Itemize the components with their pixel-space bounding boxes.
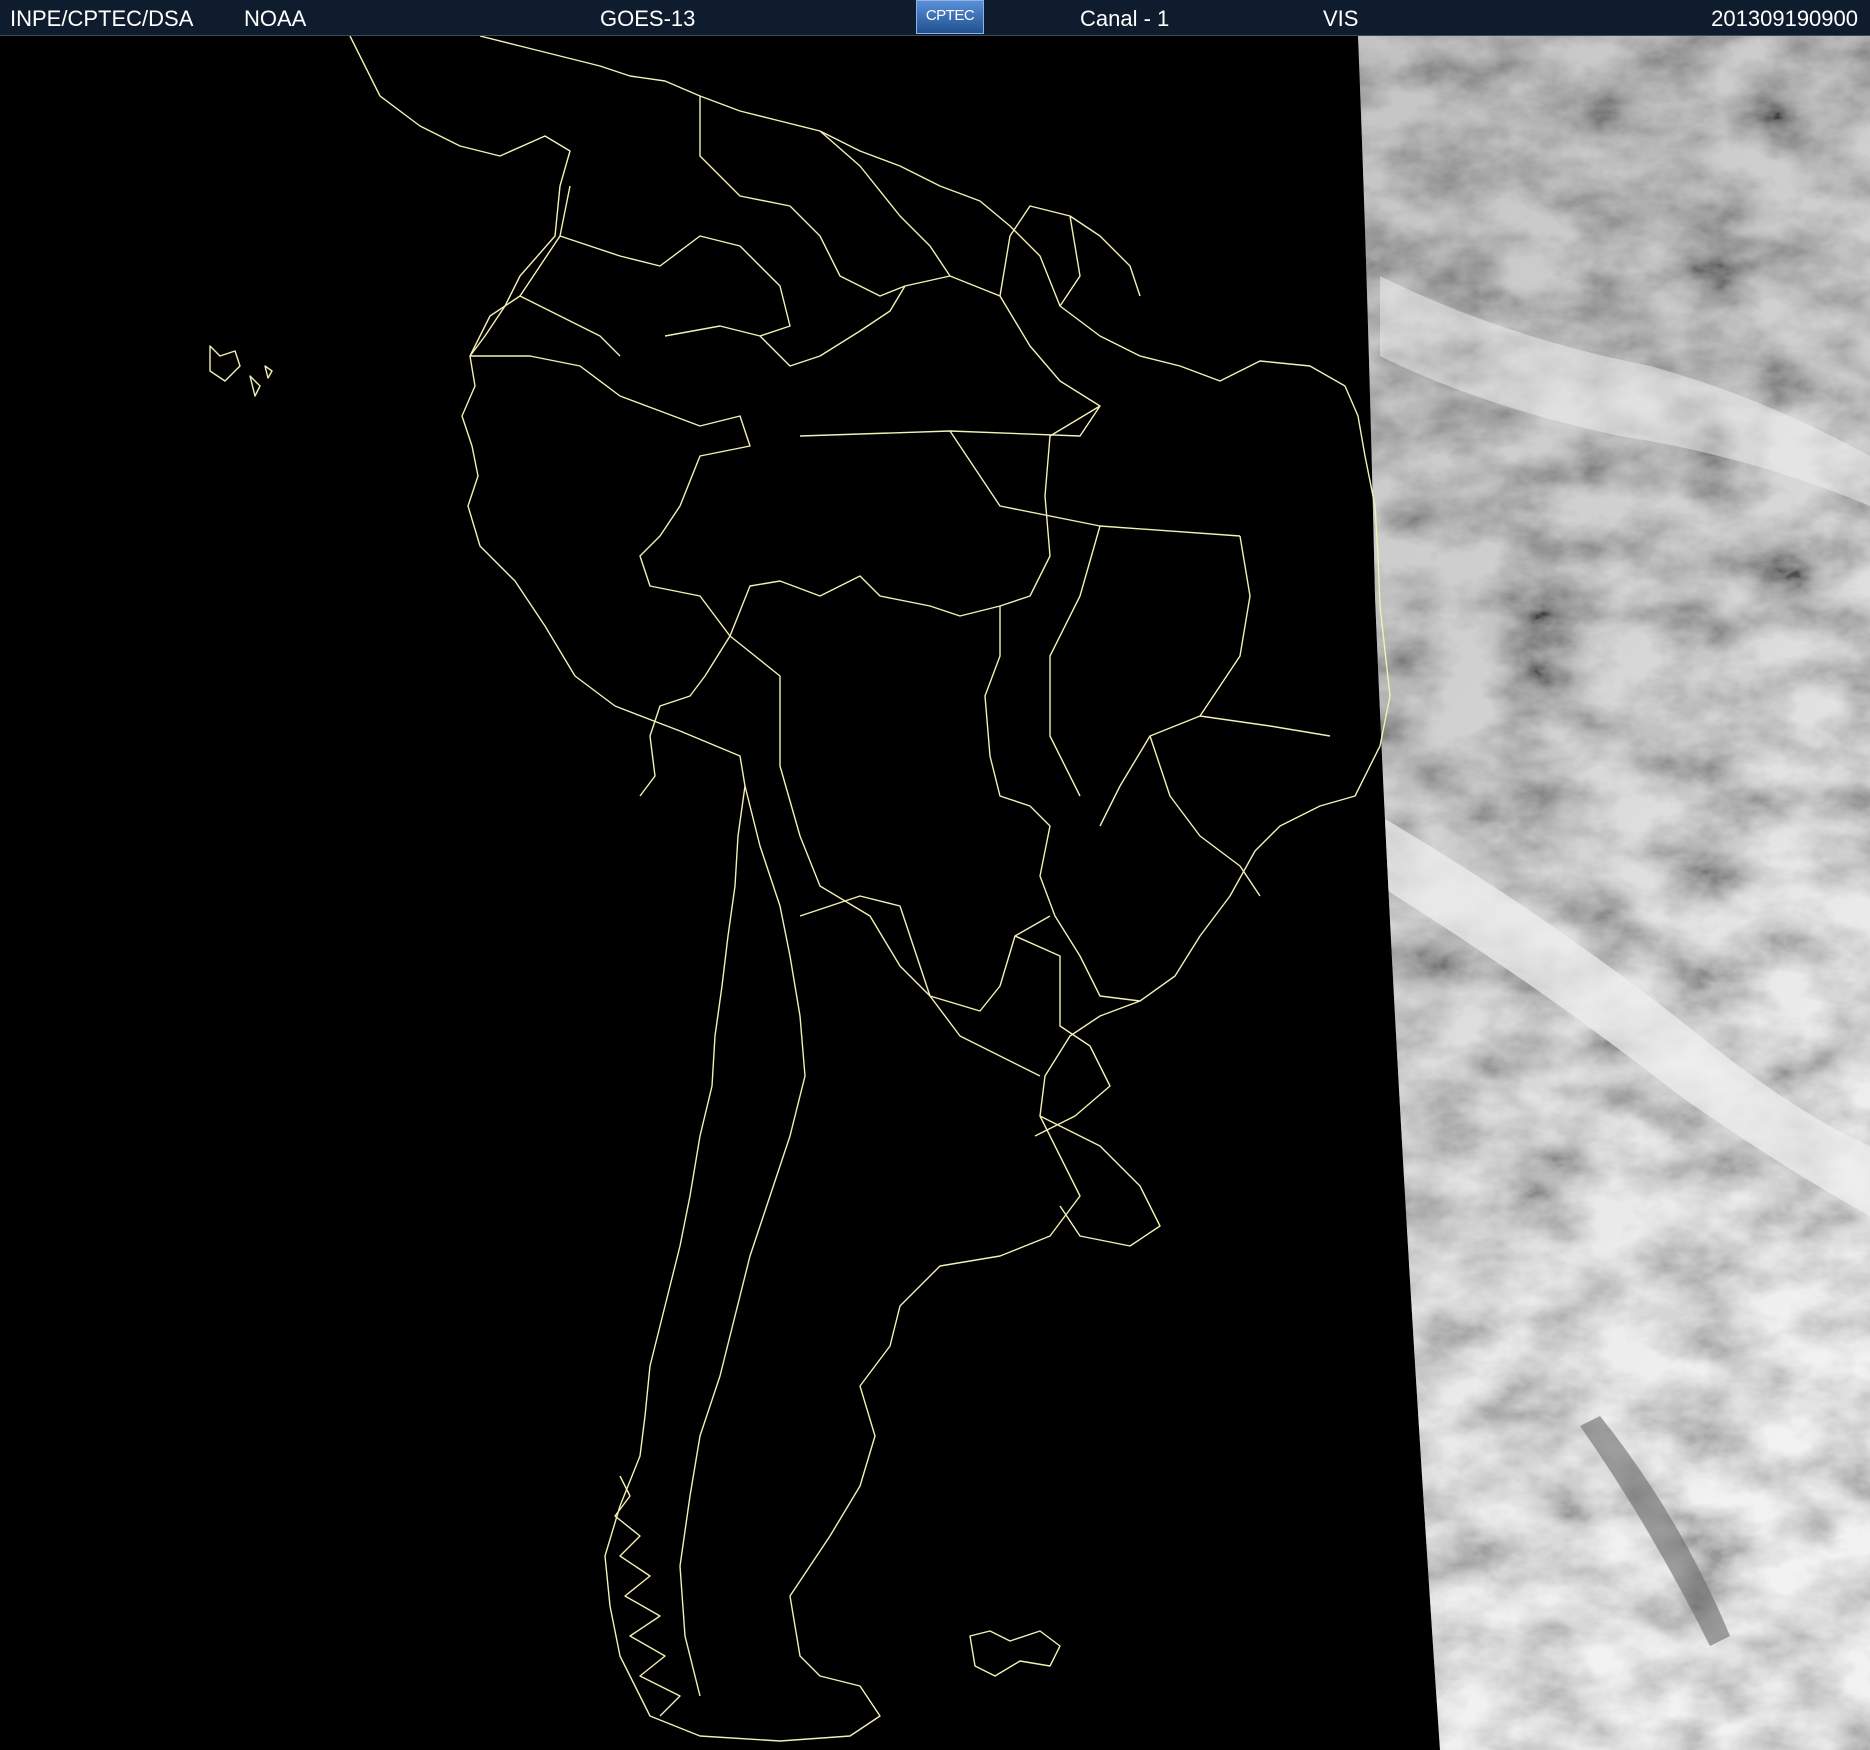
channel-label: Canal - 1 bbox=[1080, 6, 1170, 31]
timestamp-label: 201309190900 bbox=[1711, 6, 1858, 31]
provider-label: NOAA bbox=[244, 6, 307, 31]
satellite-map bbox=[0, 36, 1870, 1750]
cptec-logo-text: CPTEC bbox=[925, 7, 975, 24]
satellite-label: GOES-13 bbox=[600, 6, 696, 31]
image-header-bar: INPE/CPTEC/DSA NOAA GOES-13 CPTEC Canal … bbox=[0, 0, 1870, 36]
cptec-logo: CPTEC bbox=[916, 0, 984, 34]
agency-label: INPE/CPTEC/DSA bbox=[10, 6, 194, 31]
band-label: VIS bbox=[1323, 6, 1359, 31]
map-svg bbox=[0, 36, 1870, 1750]
